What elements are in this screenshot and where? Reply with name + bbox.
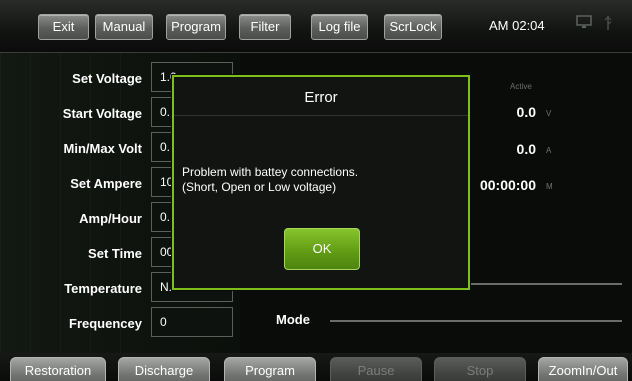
pause-button[interactable]: Pause	[330, 357, 422, 381]
top-toolbar: Exit Manual Program Filter Log file ScrL…	[0, 0, 632, 53]
app-screen: Exit Manual Program Filter Log file ScrL…	[0, 0, 632, 381]
usb-icon[interactable]	[603, 15, 613, 35]
frequency-field[interactable]: 0	[151, 307, 233, 337]
exit-button[interactable]: Exit	[38, 14, 89, 40]
zoom-in-out-button[interactable]: ZoomIn/Out	[538, 357, 628, 381]
time-readout: 00:00:00	[479, 177, 536, 193]
discharge-button[interactable]: Discharge	[118, 357, 210, 381]
min-max-volt-label: Min/Max Volt	[63, 141, 142, 156]
current-unit: A	[546, 146, 552, 155]
dialog-divider	[174, 115, 468, 116]
time-unit: M	[546, 182, 553, 191]
program-run-button[interactable]: Program	[224, 357, 316, 381]
stop-button[interactable]: Stop	[434, 357, 526, 381]
divider-line	[470, 283, 622, 285]
voltage-readout: 0.0	[516, 104, 536, 120]
error-dialog: Error Problem with battey connections. (…	[172, 75, 470, 290]
monitor-icon[interactable]	[576, 15, 592, 33]
log-file-button[interactable]: Log file	[311, 14, 368, 40]
voltage-unit: V	[546, 109, 552, 118]
set-ampere-label: Set Ampere	[70, 176, 142, 191]
clock-display: AM 02:04	[489, 18, 545, 33]
ok-button[interactable]: OK	[284, 228, 360, 270]
program-button[interactable]: Program	[166, 14, 226, 40]
set-time-label: Set Time	[88, 246, 142, 261]
current-readout: 0.0	[516, 141, 536, 157]
dialog-message-line2: (Short, Open or Low voltage)	[182, 180, 337, 194]
restoration-button[interactable]: Restoration	[10, 357, 106, 381]
panel-texture	[0, 53, 150, 353]
scrlock-button[interactable]: ScrLock	[384, 14, 442, 40]
bottom-toolbar: Restoration Discharge Program Pause Stop…	[0, 353, 632, 381]
manual-button[interactable]: Manual	[95, 14, 153, 40]
dialog-message-line1: Problem with battey connections.	[182, 165, 359, 179]
mode-indicator-line	[330, 320, 622, 322]
dialog-title: Error	[304, 89, 338, 106]
set-voltage-label: Set Voltage	[72, 71, 142, 86]
temperature-label: Temperature	[64, 281, 142, 296]
start-voltage-label: Start Voltage	[62, 106, 142, 121]
mode-label: Mode	[276, 312, 310, 327]
frequency-label: Frequencey	[69, 316, 142, 331]
active-label: Active	[510, 82, 532, 91]
filter-button[interactable]: Filter	[239, 14, 291, 40]
amp-hour-label: Amp/Hour	[79, 211, 142, 226]
